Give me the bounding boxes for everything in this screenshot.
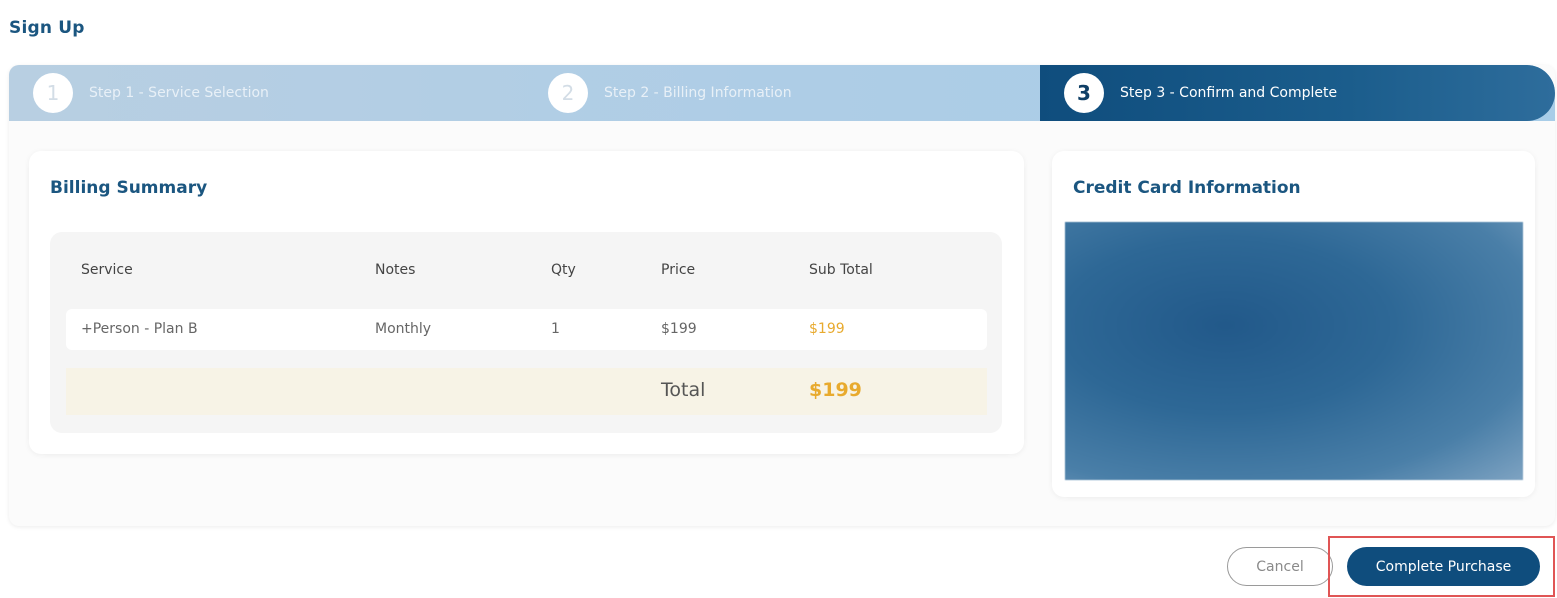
cell-subtotal: $199 [809,321,845,337]
billing-summary-title: Billing Summary [50,178,208,198]
total-value: $199 [809,379,862,401]
cell-notes: Monthly [375,321,432,337]
total-row: Total $199 [66,368,987,415]
column-header-subtotal: Sub Total [809,262,873,278]
column-header-price: Price [661,262,696,278]
cell-price: $199 [661,321,697,337]
step-1[interactable]: 1 Step 1 - Service Selection [33,65,269,121]
billing-table: Service Notes Qty Price Sub Total +Perso… [50,232,1002,433]
billing-summary-card: Billing Summary Service Notes Qty Price … [29,151,1024,454]
cell-qty: 1 [551,321,560,337]
step-2-label: Step 2 - Billing Information [604,85,792,101]
cancel-button[interactable]: Cancel [1227,547,1333,586]
credit-card-card: Credit Card Information [1052,151,1535,497]
step-2-number: 2 [548,73,588,113]
total-label: Total [661,379,706,401]
step-3-number: 3 [1064,73,1104,113]
table-row: +Person - Plan B Monthly 1 $199 $199 [66,309,987,350]
column-header-qty: Qty [551,262,576,278]
step-2[interactable]: 2 Step 2 - Billing Information [548,65,792,121]
step-1-number: 1 [33,73,73,113]
complete-purchase-button[interactable]: Complete Purchase [1347,547,1540,586]
cell-service: +Person - Plan B [81,321,198,337]
column-header-service: Service [81,262,133,278]
page-title: Sign Up [9,18,85,38]
step-progress-bar: 1 Step 1 - Service Selection 2 Step 2 - … [9,65,1555,121]
signup-wizard: 1 Step 1 - Service Selection 2 Step 2 - … [9,65,1555,526]
step-1-label: Step 1 - Service Selection [89,85,269,101]
credit-card-form-redacted[interactable] [1065,222,1523,480]
column-header-notes: Notes [375,262,416,278]
step-3-active[interactable]: 3 Step 3 - Confirm and Complete [1040,65,1555,121]
credit-card-title: Credit Card Information [1073,178,1301,198]
step-3-label: Step 3 - Confirm and Complete [1120,85,1338,101]
